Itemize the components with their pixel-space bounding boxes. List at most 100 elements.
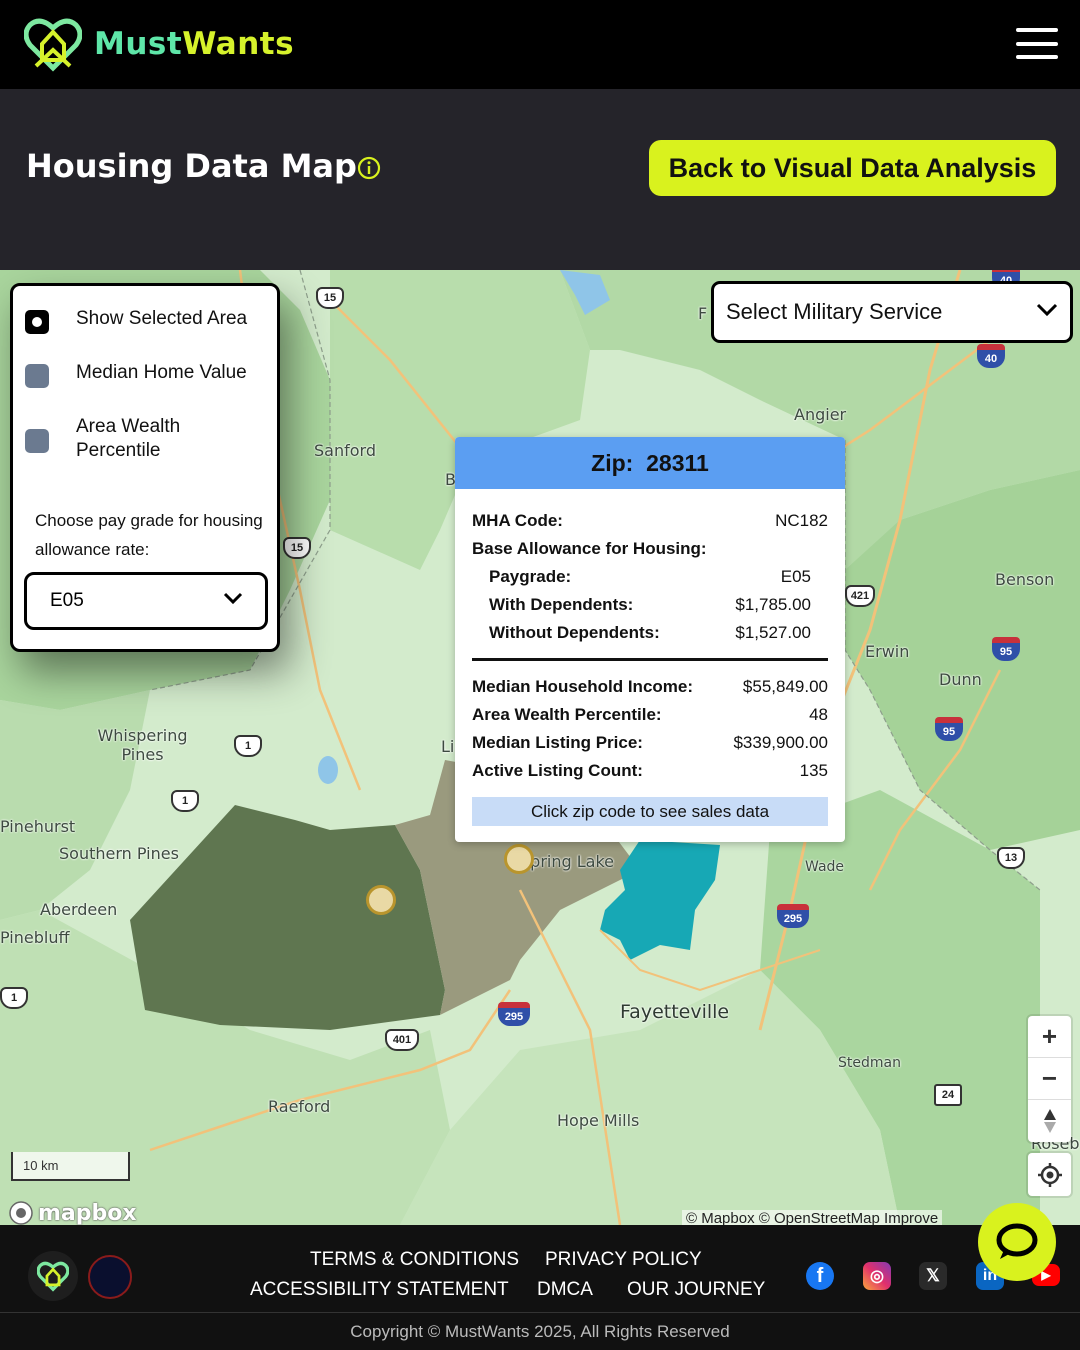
footer-divider: [0, 1312, 1080, 1313]
interstate-shield-95-b: 95: [935, 717, 963, 741]
sales-data-button[interactable]: Click zip code to see sales data: [472, 797, 828, 826]
footer-brand-logo-icon[interactable]: [28, 1251, 78, 1301]
with-dependents-label: With Dependents:: [489, 595, 634, 614]
place-label-hope-mills: Hope Mills: [557, 1111, 640, 1130]
military-base-marker-2[interactable]: [504, 844, 534, 874]
place-label-partial-li: Li: [441, 737, 455, 756]
chat-icon[interactable]: [978, 1203, 1056, 1281]
zoom-controls: + −: [1028, 1016, 1071, 1142]
listing-count-value: 135: [799, 761, 828, 780]
page-title: Housing Data Map: [26, 147, 357, 185]
route-shield-1: 1: [234, 735, 262, 757]
map-attribution[interactable]: © Mapbox © OpenStreetMap Improve: [682, 1210, 943, 1225]
wealth-percentile-value: 48: [809, 705, 828, 724]
partner-badge-icon[interactable]: [88, 1255, 132, 1299]
heart-logo-icon: [24, 18, 82, 72]
place-label-sanford: Sanford: [314, 441, 376, 460]
route-shield-1-c: 1: [0, 987, 28, 1009]
housing-map[interactable]: Angier Sanford Benson Erwin Dunn Whisper…: [0, 270, 1080, 1225]
layer-option-selected-area[interactable]: Show Selected Area: [25, 307, 247, 334]
paygrade-value: E05: [780, 567, 811, 586]
mapbox-logo[interactable]: mapbox: [8, 1200, 137, 1225]
brand-name-part2: Wants: [182, 26, 295, 62]
zip-label: Zip:: [591, 449, 634, 476]
place-label-whispering-pines: Whispering Pines: [97, 726, 188, 764]
paygrade-label: Paygrade:: [489, 567, 572, 586]
place-label-angier: Angier: [794, 405, 847, 424]
radio-unselected-icon[interactable]: [25, 429, 49, 453]
footer-link-terms[interactable]: TERMS & CONDITIONS: [310, 1249, 519, 1271]
military-service-value: Select Military Service: [726, 299, 943, 324]
layer-option-median-home-value[interactable]: Median Home Value: [25, 361, 247, 388]
popup-divider: [472, 658, 828, 661]
income-value: $55,849.00: [742, 677, 828, 696]
radio-unselected-icon[interactable]: [25, 364, 49, 388]
info-icon[interactable]: [357, 156, 381, 180]
route-shield-15-b: 15: [283, 537, 311, 559]
interstate-shield-295: 295: [777, 904, 809, 928]
place-label-stedman: Stedman: [838, 1055, 901, 1071]
instagram-icon[interactable]: ◎: [863, 1262, 891, 1290]
radio-selected-icon[interactable]: [25, 310, 49, 334]
x-icon[interactable]: 𝕏: [919, 1262, 947, 1290]
facebook-icon[interactable]: f: [806, 1262, 834, 1290]
top-navbar: MustWants: [0, 0, 1080, 89]
layer-option-area-wealth-percentile[interactable]: Area Wealth Percentile: [25, 415, 206, 463]
place-label-aberdeen: Aberdeen: [40, 900, 118, 919]
listing-price-label: Median Listing Price:: [472, 733, 643, 752]
compass-icon[interactable]: [1028, 1100, 1071, 1142]
mha-label: MHA Code:: [472, 511, 563, 530]
layer-option-label: Show Selected Area: [76, 308, 248, 329]
footer: TERMS & CONDITIONS PRIVACY POLICY ACCESS…: [0, 1225, 1080, 1350]
menu-icon[interactable]: [1016, 28, 1060, 60]
interstate-shield-95: 95: [992, 637, 1020, 661]
place-label-pinebluff: Pinebluff: [0, 928, 70, 947]
pay-grade-select[interactable]: E05: [24, 572, 268, 630]
footer-link-privacy[interactable]: PRIVACY POLICY: [545, 1249, 702, 1271]
mapbox-wordmark: mapbox: [38, 1200, 137, 1226]
route-shield-401: 401: [385, 1029, 419, 1051]
mapbox-icon: [9, 1201, 33, 1225]
without-dependents-value: $1,527.00: [735, 623, 811, 642]
place-label-benson: Benson: [995, 570, 1055, 589]
zoom-in-icon[interactable]: +: [1028, 1016, 1071, 1058]
back-to-visual-data-analysis-button[interactable]: Back to Visual Data Analysis: [649, 140, 1056, 196]
place-label-dunn: Dunn: [939, 670, 982, 689]
place-label-erwin: Erwin: [865, 642, 910, 661]
page-header: Housing Data Map Back to Visual Data Ana…: [0, 89, 1080, 270]
zip-info-popup: Zip: 28311 MHA Code: NC182 Base Allowanc…: [455, 437, 845, 842]
listing-count-label: Active Listing Count:: [472, 761, 643, 780]
footer-link-our-journey[interactable]: OUR JOURNEY: [627, 1279, 765, 1301]
income-label: Median Household Income:: [472, 677, 694, 696]
place-label-spring-lake: Spring Lake: [520, 852, 614, 871]
layer-option-label: Area Wealth Percentile: [76, 416, 181, 461]
place-label-fayetteville: Fayetteville: [620, 1001, 730, 1023]
brand-logo[interactable]: MustWants: [24, 16, 294, 72]
place-label-southern-pines: Southern Pines: [59, 844, 179, 863]
wealth-percentile-label: Area Wealth Percentile:: [472, 705, 662, 724]
military-service-select[interactable]: Select Military Service: [711, 281, 1073, 343]
map-scale: 10 km: [11, 1152, 130, 1181]
locate-me-icon[interactable]: [1028, 1153, 1071, 1196]
route-shield-13: 13: [997, 847, 1025, 869]
without-dependents-label: Without Dependents:: [489, 623, 660, 642]
footer-link-dmca[interactable]: DMCA: [537, 1279, 593, 1301]
pay-grade-label: Choose pay grade for housing allowance r…: [35, 511, 263, 559]
mha-value: NC182: [775, 511, 828, 530]
place-label-partial-f: F: [698, 304, 708, 323]
footer-link-accessibility[interactable]: ACCESSIBILITY STATEMENT: [250, 1279, 509, 1301]
chevron-down-icon: [223, 592, 243, 605]
popup-header: Zip: 28311: [455, 437, 845, 489]
with-dependents-value: $1,785.00: [735, 595, 811, 614]
interstate-shield-295-b: 295: [498, 1002, 530, 1026]
listing-price-value: $339,900.00: [733, 733, 828, 752]
place-label-pinehurst: Pinehurst: [0, 817, 76, 836]
chevron-down-icon: [1036, 303, 1058, 317]
zip-value: 28311: [646, 449, 709, 476]
layer-option-label: Median Home Value: [76, 362, 247, 383]
interstate-shield-40-b: 40: [977, 344, 1005, 368]
copyright-text: Copyright © MustWants 2025, All Rights R…: [350, 1322, 730, 1341]
military-base-marker[interactable]: [366, 885, 396, 915]
route-shield-24: 24: [934, 1084, 962, 1106]
zoom-out-icon[interactable]: −: [1028, 1058, 1071, 1100]
